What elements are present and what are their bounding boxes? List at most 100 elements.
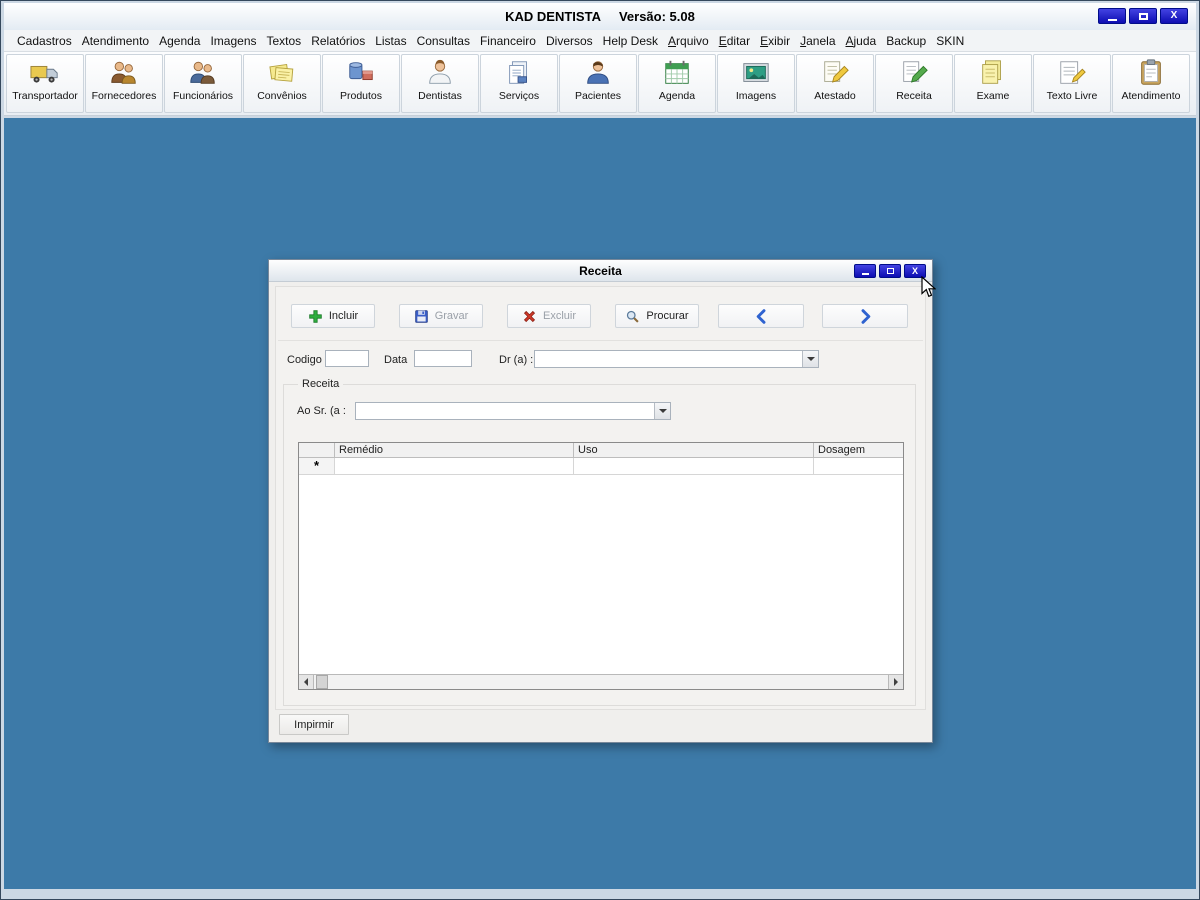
procurar-button[interactable]: Procurar	[615, 304, 699, 328]
horizontal-scrollbar[interactable]	[299, 674, 903, 689]
toolbar-label: Agenda	[658, 90, 696, 102]
close-icon: X	[911, 265, 918, 276]
dr-combobox[interactable]	[534, 350, 819, 368]
toolbar-button-agenda[interactable]: Agenda	[638, 54, 716, 113]
menu-item-consultas[interactable]: Consultas	[412, 31, 475, 51]
remedio-cell[interactable]	[335, 458, 574, 475]
toolbar-button-exame[interactable]: Exame	[954, 54, 1032, 113]
menu-item-editar[interactable]: Editar	[714, 31, 755, 51]
menu-item-diversos[interactable]: Diversos	[541, 31, 598, 51]
ao-sr-combobox[interactable]	[355, 402, 671, 420]
toolbar-button-receita[interactable]: Receita	[875, 54, 953, 113]
minimize-button[interactable]	[1098, 8, 1126, 24]
excluir-button[interactable]: Excluir	[507, 304, 591, 328]
toolbar-label: Exame	[976, 90, 1010, 102]
menu-item-help-desk[interactable]: Help Desk	[598, 31, 663, 51]
paper-pencil-yellow-icon	[824, 61, 849, 83]
previous-record-button[interactable]	[718, 304, 804, 328]
red-x-icon	[523, 310, 536, 322]
incluir-label: Incluir	[328, 310, 359, 322]
scrollbar-thumb[interactable]	[316, 675, 328, 689]
data-input[interactable]	[414, 350, 472, 367]
toolbar-label: Atestado	[814, 90, 856, 102]
menu-item-listas[interactable]: Listas	[370, 31, 411, 51]
toolbar-label: Imagens	[735, 90, 777, 102]
receita-close-button[interactable]: X	[904, 264, 926, 278]
window-controls: X	[1098, 8, 1188, 24]
menu-item-arquivo[interactable]: Arquivo	[663, 31, 714, 51]
grid-header-uso: Uso	[574, 443, 814, 458]
toolbar-label: Convênios	[257, 90, 307, 102]
excluir-label: Excluir	[542, 310, 576, 322]
menu-item-skin[interactable]: SKIN	[931, 31, 969, 51]
toolbar-button-funcionarios[interactable]: Funcionários	[164, 54, 242, 113]
codigo-input[interactable]	[325, 350, 369, 367]
toolbar-button-dentistas[interactable]: Dentistas	[401, 54, 479, 113]
toolbar-button-transportador[interactable]: Transportador	[6, 54, 84, 113]
gravar-button[interactable]: Gravar	[399, 304, 483, 328]
receita-groupbox: Receita Ao Sr. (a : Remédio Uso Dosagem …	[283, 378, 916, 706]
menu-item-janela[interactable]: Janela	[795, 31, 840, 51]
toolbar-label: Receita	[896, 90, 932, 102]
scroll-left-button[interactable]	[299, 675, 314, 689]
chevron-down-icon	[658, 409, 667, 413]
grid-header-dosagem: Dosagem	[814, 443, 903, 458]
dropdown-button[interactable]	[802, 351, 818, 367]
toolbar-button-atestado[interactable]: Atestado	[796, 54, 874, 113]
imprimir-button[interactable]: Impirmir	[279, 714, 349, 735]
toolbar-button-servicos[interactable]: Serviços	[480, 54, 558, 113]
menubar: Cadastros Atendimento Agenda Imagens Tex…	[4, 30, 1196, 52]
toolbar-button-convenios[interactable]: Convênios	[243, 54, 321, 113]
close-button[interactable]: X	[1160, 8, 1188, 24]
ao-sr-label: Ao Sr. (a :	[297, 405, 346, 417]
toolbar-button-atendimento[interactable]: Atendimento	[1112, 54, 1190, 113]
save-disk-icon	[414, 309, 428, 323]
procurar-label: Procurar	[646, 310, 689, 322]
arrow-left-icon	[756, 308, 765, 324]
scroll-right-button[interactable]	[888, 675, 903, 689]
grid-header-row: Remédio Uso Dosagem	[299, 443, 903, 458]
table-row[interactable]: *	[299, 458, 903, 475]
yellow-paper-icon	[982, 60, 1001, 84]
maximize-icon	[1138, 12, 1148, 20]
maximize-button[interactable]	[1129, 8, 1157, 24]
toolbar-button-fornecedores[interactable]: Fornecedores	[85, 54, 163, 113]
arrow-right-icon	[894, 678, 898, 686]
toolbar-button-imagens[interactable]: Imagens	[717, 54, 795, 113]
menu-item-imagens[interactable]: Imagens	[205, 31, 261, 51]
menu-item-backup[interactable]: Backup	[881, 31, 931, 51]
menu-item-textos[interactable]: Textos	[262, 31, 307, 51]
calendar-icon	[665, 60, 689, 84]
documents-icon	[509, 61, 527, 84]
toolbar-button-pacientes[interactable]: Pacientes	[559, 54, 637, 113]
menu-item-ajuda[interactable]: Ajuda	[841, 31, 882, 51]
receita-window: Receita X Incluir Gravar Excluir Procura…	[268, 259, 933, 743]
gravar-label: Gravar	[434, 310, 469, 322]
app-title-group: KAD DENTISTA Versão: 5.08	[505, 9, 695, 24]
dropdown-button[interactable]	[654, 403, 670, 419]
incluir-button[interactable]: Incluir	[291, 304, 375, 328]
next-record-button[interactable]	[822, 304, 908, 328]
menu-item-agenda[interactable]: Agenda	[154, 31, 205, 51]
receita-minimize-button[interactable]	[854, 264, 876, 278]
arrow-right-icon	[861, 308, 870, 324]
toolbar-label: Atendimento	[1121, 90, 1181, 102]
uso-cell[interactable]	[574, 458, 814, 475]
grid-empty-area	[299, 475, 903, 674]
toolbar-button-texto-livre[interactable]: Texto Livre	[1033, 54, 1111, 113]
menu-item-atendimento[interactable]: Atendimento	[77, 31, 154, 51]
dosagem-cell[interactable]	[814, 458, 903, 475]
menu-item-financeiro[interactable]: Financeiro	[475, 31, 541, 51]
dentist-person-icon	[429, 59, 451, 84]
menu-item-exibir[interactable]: Exibir	[755, 31, 795, 51]
receita-window-controls: X	[854, 264, 926, 278]
receita-maximize-button[interactable]	[879, 264, 901, 278]
codigo-label: Codigo	[287, 354, 322, 366]
close-icon: X	[1170, 10, 1178, 21]
arrow-left-icon	[304, 678, 308, 686]
menu-item-cadastros[interactable]: Cadastros	[12, 31, 77, 51]
menu-item-relatorios[interactable]: Relatórios	[306, 31, 370, 51]
toolbar-button-produtos[interactable]: Produtos	[322, 54, 400, 113]
grid-header-indicator	[299, 443, 335, 458]
receita-titlebar[interactable]: Receita X	[269, 260, 932, 282]
